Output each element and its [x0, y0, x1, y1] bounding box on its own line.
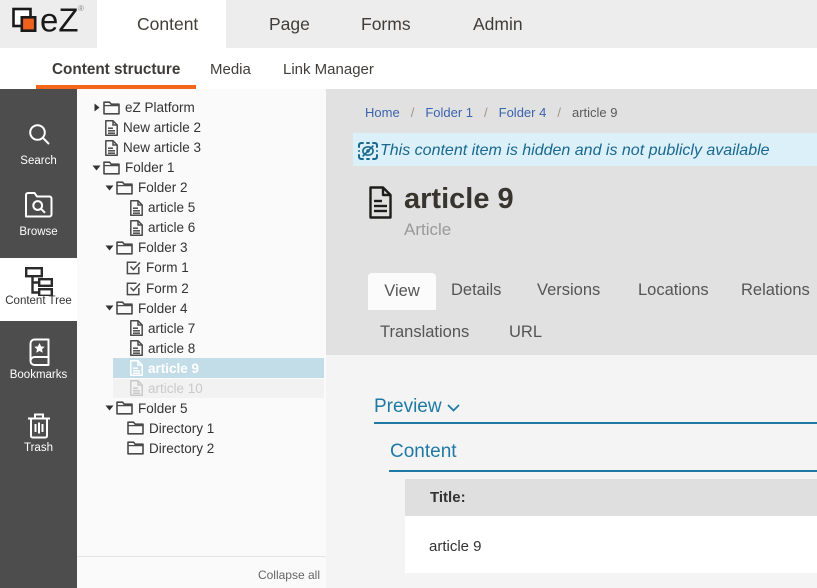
svg-text:®: ®: [78, 4, 84, 13]
svg-text:eZ: eZ: [40, 2, 79, 39]
